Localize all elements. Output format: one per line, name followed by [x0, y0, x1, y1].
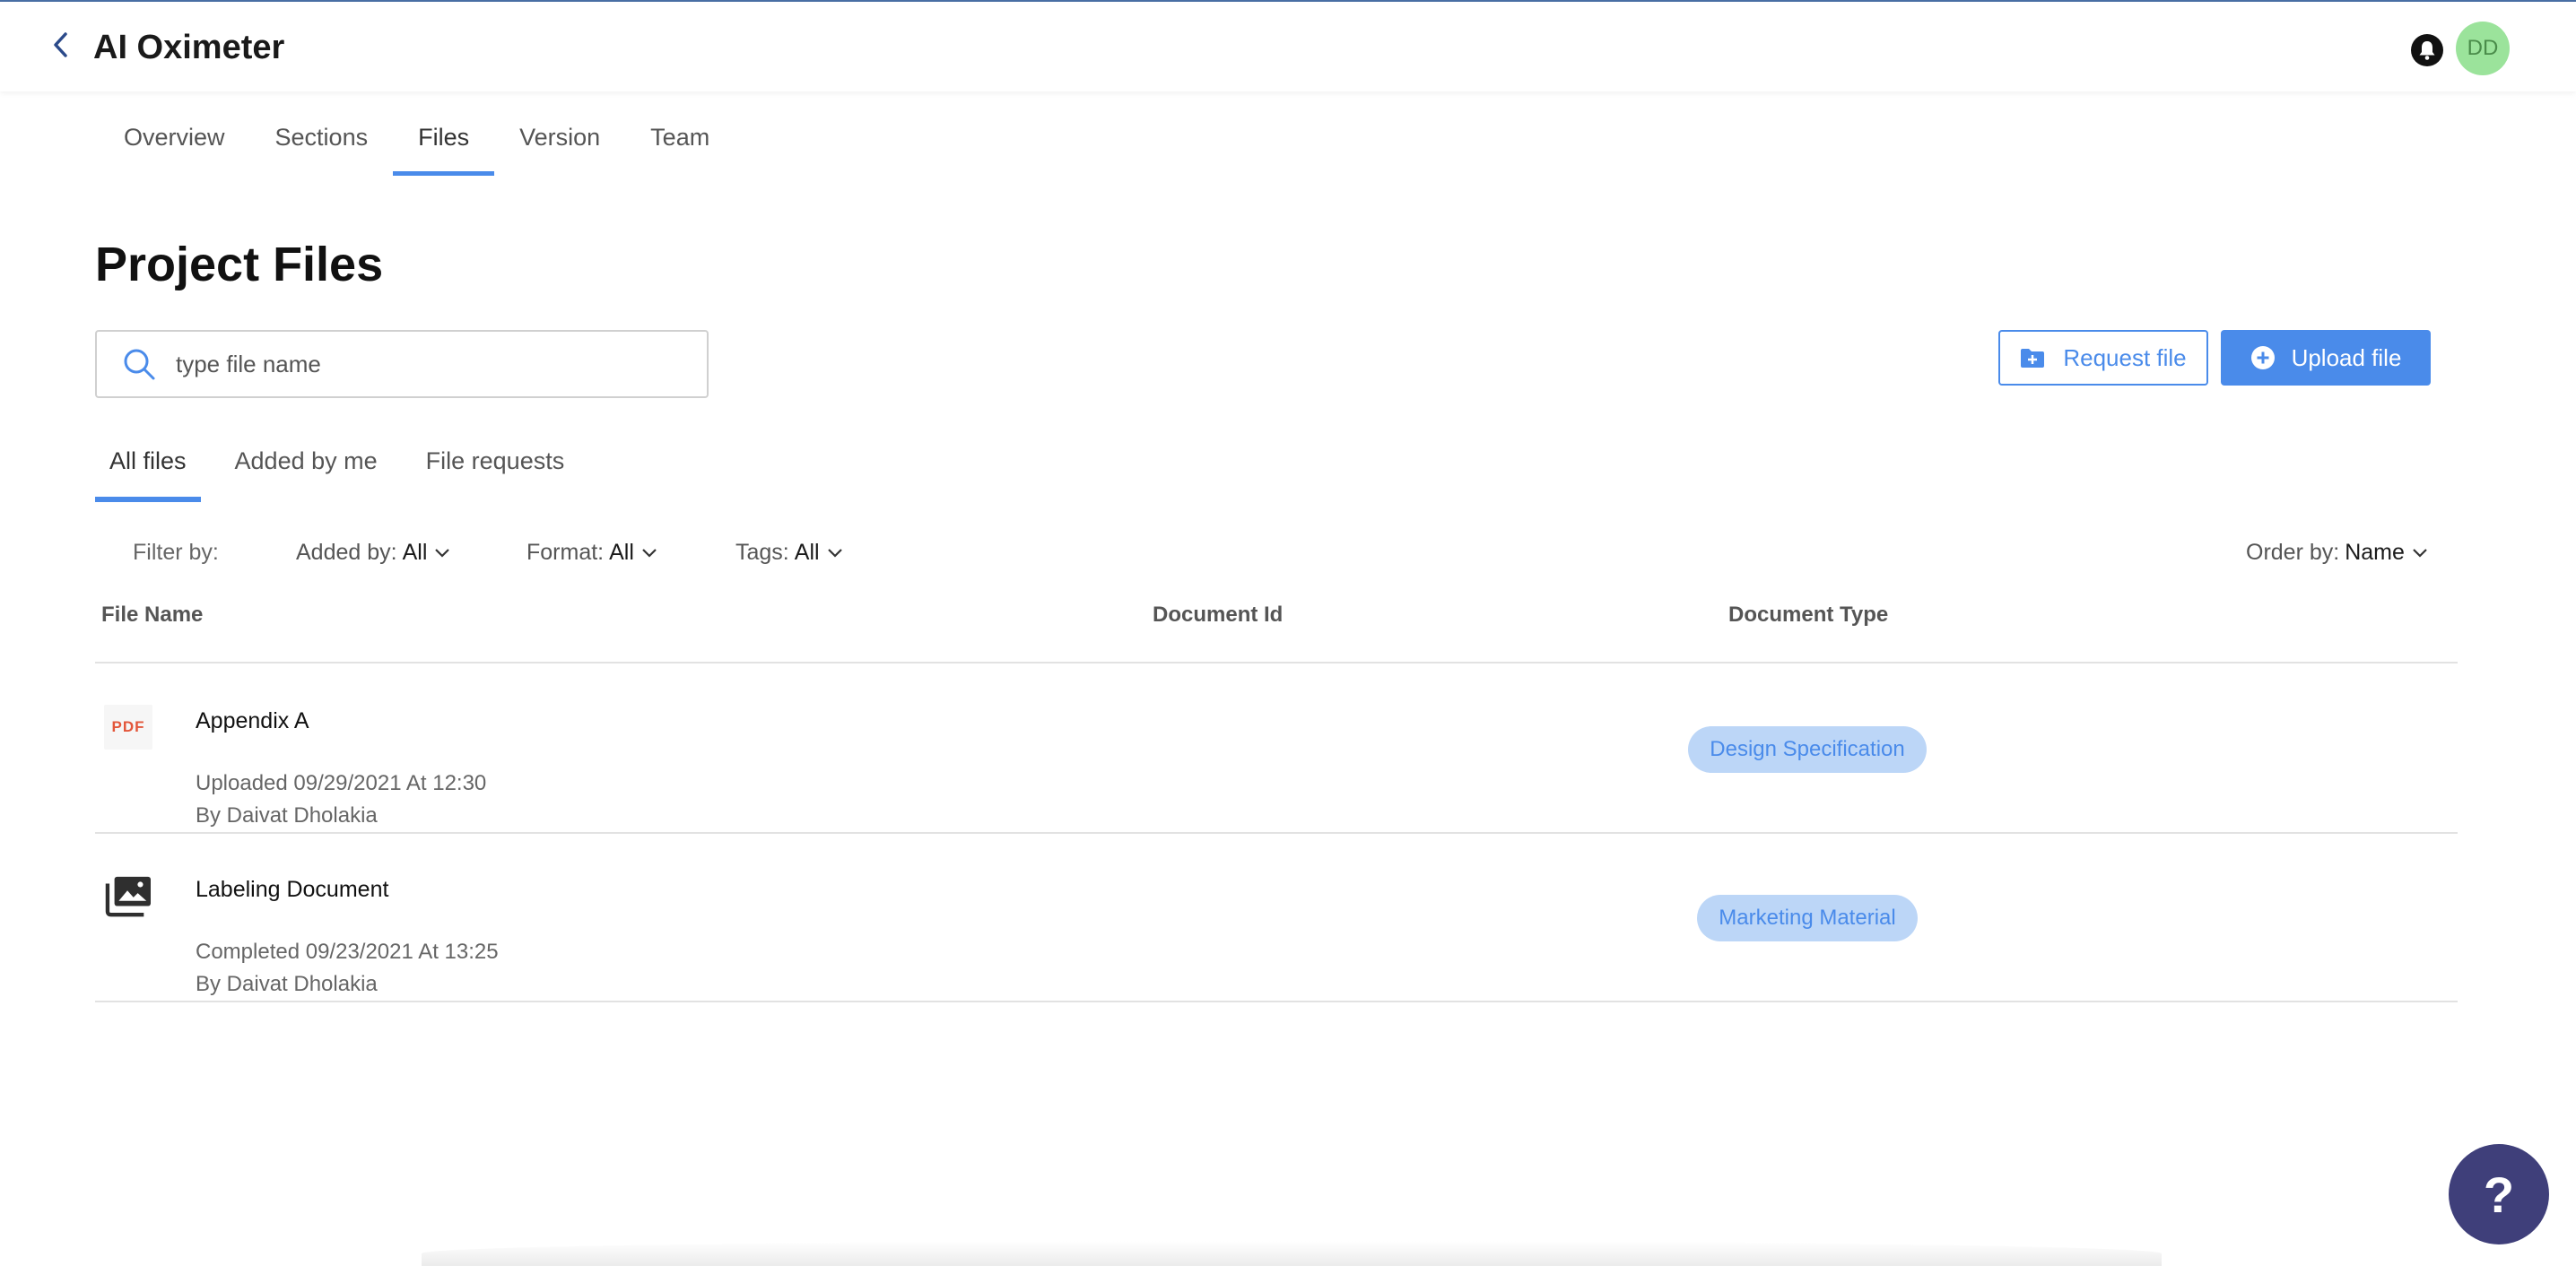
order-by-label: Order by:: [2246, 540, 2340, 565]
image-folder-icon: [105, 876, 151, 917]
help-button[interactable]: ?: [2449, 1144, 2549, 1244]
document-type-badge: Design Specification: [1688, 726, 1927, 773]
row-divider: [95, 1001, 2458, 1002]
format-filter[interactable]: Format: All: [527, 540, 657, 566]
table-row[interactable]: Labeling Document Completed 09/23/2021 A…: [95, 834, 2458, 1001]
tab-sections[interactable]: Sections: [250, 122, 394, 176]
document-type-badge: Marketing Material: [1697, 895, 1918, 941]
request-file-button[interactable]: Request file: [1998, 330, 2208, 386]
tab-added-by-me[interactable]: Added by me: [221, 445, 392, 502]
table-header-divider: [95, 662, 2458, 663]
column-document-id[interactable]: Document Id: [1153, 603, 1283, 628]
bell-icon: [2419, 41, 2435, 60]
added-by-filter-value: All: [402, 540, 428, 565]
tab-overview[interactable]: Overview: [99, 122, 250, 176]
search-input[interactable]: [176, 350, 678, 378]
plus-circle-icon: [2250, 346, 2275, 369]
request-file-label: Request file: [2063, 343, 2187, 371]
notification-button[interactable]: [2411, 34, 2443, 66]
bottom-panel-shadow: [422, 1241, 2162, 1266]
added-by-filter-label: Added by:: [296, 540, 397, 565]
back-button[interactable]: [45, 27, 77, 63]
upload-file-label: Upload file: [2291, 343, 2402, 371]
column-file-name[interactable]: File Name: [101, 603, 203, 628]
tab-all-files[interactable]: All files: [95, 445, 201, 502]
chevron-down-icon: [642, 548, 657, 558]
tags-filter-value: All: [794, 540, 820, 565]
column-document-type[interactable]: Document Type: [1728, 603, 1888, 628]
tags-filter[interactable]: Tags: All: [735, 540, 843, 566]
file-status: Uploaded 09/29/2021 At 12:30: [196, 771, 487, 795]
file-tabs: All files Added by me File requests: [95, 445, 598, 502]
page-title: Project Files: [95, 238, 384, 291]
filter-by-label: Filter by:: [133, 540, 219, 565]
tags-filter-label: Tags:: [735, 540, 789, 565]
file-name[interactable]: Appendix A: [196, 708, 309, 734]
file-status: Completed 09/23/2021 At 13:25: [196, 940, 499, 964]
table-row[interactable]: PDF Appendix A Uploaded 09/29/2021 At 12…: [95, 665, 2458, 832]
folder-add-icon: [2021, 349, 2045, 368]
tab-team[interactable]: Team: [625, 122, 735, 176]
search-box: [95, 330, 709, 398]
file-name[interactable]: Labeling Document: [196, 877, 388, 903]
chevron-down-icon: [435, 548, 450, 558]
search-icon: [124, 349, 155, 380]
user-avatar[interactable]: DD: [2456, 22, 2510, 75]
order-by-value: Name: [2345, 540, 2405, 565]
chevron-down-icon: [2413, 548, 2427, 558]
app-header: AI Oximeter DD: [0, 2, 2576, 91]
chevron-down-icon: [827, 548, 842, 558]
added-by-filter[interactable]: Added by: All: [296, 540, 450, 566]
chevron-left-icon: [54, 32, 67, 57]
project-tabs: Overview Sections Files Version Team: [99, 122, 735, 176]
upload-file-button[interactable]: Upload file: [2221, 330, 2431, 386]
app-title: AI Oximeter: [93, 29, 285, 66]
file-author: By Daivat Dholakia: [196, 803, 378, 828]
format-filter-value: All: [609, 540, 634, 565]
format-filter-label: Format:: [527, 540, 605, 565]
order-by-dropdown[interactable]: Order by: Name: [2246, 540, 2428, 566]
file-author: By Daivat Dholakia: [196, 972, 378, 996]
tab-files[interactable]: Files: [393, 122, 495, 176]
pdf-icon: PDF: [104, 705, 152, 750]
tab-version[interactable]: Version: [494, 122, 625, 176]
tab-file-requests[interactable]: File requests: [412, 445, 579, 502]
